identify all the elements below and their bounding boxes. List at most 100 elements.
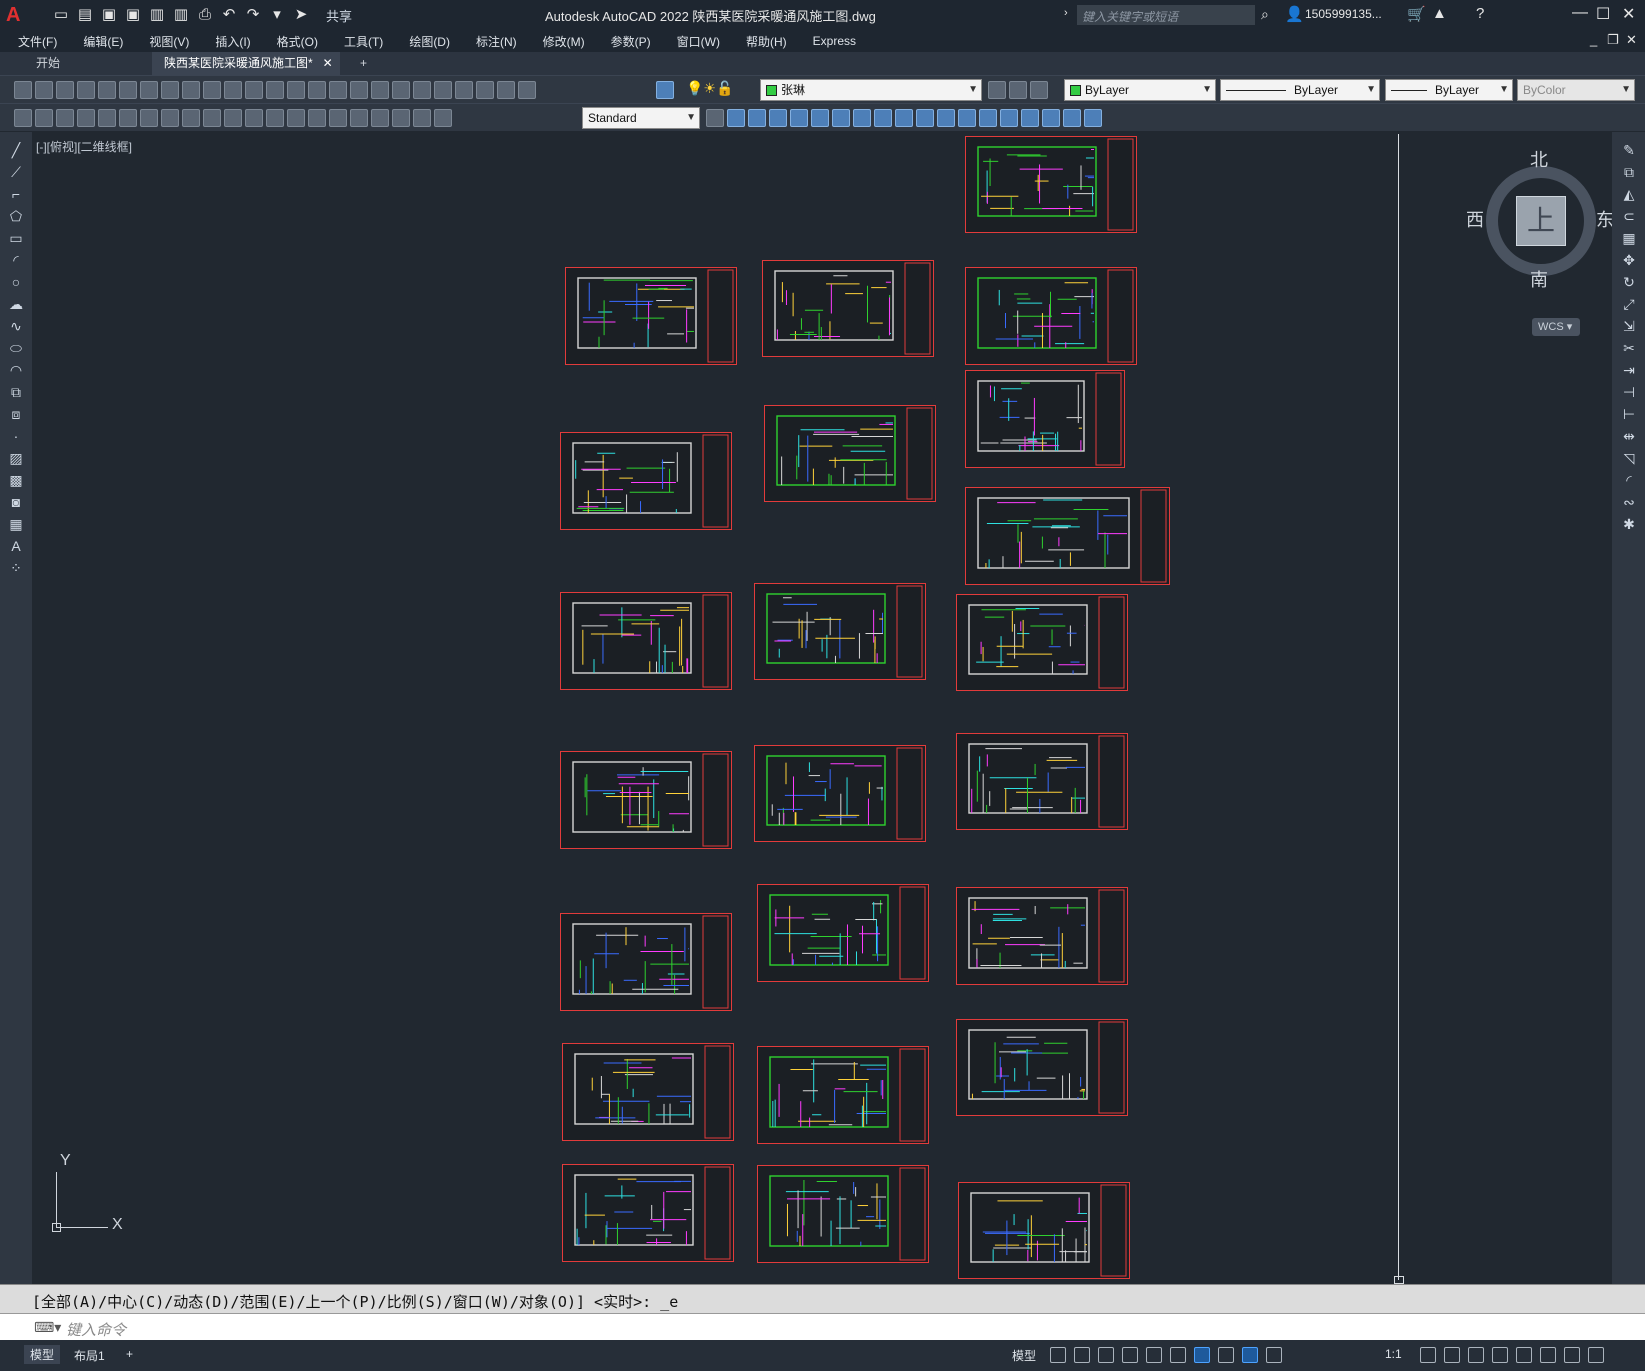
quickcalc-icon[interactable] bbox=[497, 81, 515, 99]
dim-edit-icon[interactable] bbox=[392, 109, 410, 127]
delete-faces-icon[interactable] bbox=[853, 109, 871, 127]
plot-preview-icon[interactable] bbox=[98, 81, 116, 99]
gradient-icon[interactable]: ▩ bbox=[6, 472, 26, 490]
break-icon[interactable]: ⊢ bbox=[1619, 406, 1639, 424]
drawing-sheet[interactable] bbox=[956, 594, 1128, 691]
drawing-sheet[interactable] bbox=[754, 745, 926, 842]
table-icon[interactable]: ▦ bbox=[6, 516, 26, 534]
cart-icon[interactable]: 🛒 bbox=[1407, 5, 1426, 23]
rectangle-icon[interactable]: ▭ bbox=[6, 230, 26, 248]
doc-close-icon[interactable]: ✕ bbox=[1626, 32, 1637, 48]
zoom-previous-icon[interactable] bbox=[371, 81, 389, 99]
pan-icon[interactable] bbox=[308, 81, 326, 99]
chamfer-icon[interactable]: ◹ bbox=[1619, 450, 1639, 468]
compass-north[interactable]: 北 bbox=[1530, 146, 1548, 172]
drawing-sheet[interactable] bbox=[754, 583, 926, 680]
object-snap-tracking-icon[interactable] bbox=[1170, 1347, 1186, 1363]
drawing-sheet[interactable] bbox=[562, 1164, 734, 1262]
color-dropdown[interactable]: ByLayer ▼ bbox=[1064, 79, 1216, 101]
point-icon[interactable]: · bbox=[6, 428, 26, 446]
rotate-faces-icon[interactable] bbox=[874, 109, 892, 127]
drawing-sheet[interactable] bbox=[560, 751, 732, 849]
auto-scale-icon[interactable] bbox=[1266, 1347, 1282, 1363]
tab-drawing[interactable]: 陕西某医院采暖通风施工图* ✕ bbox=[152, 52, 340, 75]
menu-item[interactable]: 格式(O) bbox=[277, 33, 318, 50]
drawing-sheet[interactable] bbox=[764, 405, 936, 502]
compass-west[interactable]: 西 bbox=[1466, 206, 1484, 232]
user-account[interactable]: 1505999135... bbox=[1305, 7, 1382, 21]
save-as-icon[interactable]: ▣ bbox=[124, 6, 142, 24]
menu-item[interactable]: 编辑(E) bbox=[83, 33, 123, 50]
properties-icon[interactable] bbox=[392, 81, 410, 99]
model-space-button[interactable]: 模型 bbox=[1012, 1347, 1036, 1364]
sheet-set-icon[interactable] bbox=[455, 81, 473, 99]
drawing-sheet[interactable] bbox=[958, 1182, 1130, 1279]
plotstyle-dropdown[interactable]: ByColor ▼ bbox=[1517, 79, 1635, 101]
intersect-icon[interactable] bbox=[769, 109, 787, 127]
ellipse-arc-icon[interactable]: ◠ bbox=[6, 362, 26, 380]
close-icon[interactable]: ✕ bbox=[1622, 4, 1635, 24]
save-web-icon[interactable]: ▥ bbox=[172, 6, 190, 24]
drawing-sheet[interactable] bbox=[565, 267, 737, 365]
wcs-menu[interactable]: WCS ▾ bbox=[1532, 318, 1580, 336]
hatch-icon[interactable]: ▨ bbox=[6, 450, 26, 468]
dim-diameter-icon[interactable] bbox=[161, 109, 179, 127]
tab-start[interactable]: 开始 bbox=[24, 52, 152, 75]
viewcube-top-face[interactable]: 上 bbox=[1516, 196, 1566, 246]
new-icon[interactable]: ▭ bbox=[52, 6, 70, 24]
inspect-icon[interactable] bbox=[350, 109, 368, 127]
multiline-text-icon[interactable]: A bbox=[6, 538, 26, 556]
compass-south[interactable]: 南 bbox=[1530, 266, 1548, 292]
scale-icon[interactable]: ⤢ bbox=[1619, 296, 1639, 314]
fullscreen-icon[interactable] bbox=[1588, 1347, 1604, 1363]
drawing-sheet[interactable] bbox=[965, 487, 1170, 585]
annotation-visibility-icon[interactable] bbox=[1242, 1347, 1258, 1363]
publish-icon[interactable] bbox=[119, 81, 137, 99]
hardware-acceleration-icon[interactable] bbox=[1492, 1347, 1508, 1363]
menu-item[interactable]: 参数(P) bbox=[611, 33, 651, 50]
dim-angular-icon[interactable] bbox=[182, 109, 200, 127]
layer-previous-icon[interactable] bbox=[1009, 81, 1027, 99]
array-icon[interactable]: ▦ bbox=[1619, 230, 1639, 248]
dim-text-edit-icon[interactable] bbox=[413, 109, 431, 127]
autodesk-app-icon[interactable]: ▲ bbox=[1432, 5, 1447, 22]
undo-icon[interactable]: ↶ bbox=[220, 6, 238, 24]
block-editor-icon[interactable] bbox=[245, 81, 263, 99]
layer-states-icon[interactable] bbox=[1030, 81, 1048, 99]
layer-properties-icon[interactable] bbox=[656, 81, 674, 99]
dim-quick-icon[interactable] bbox=[203, 109, 221, 127]
menu-item[interactable]: 窗口(W) bbox=[677, 33, 720, 50]
subtract-icon[interactable] bbox=[748, 109, 766, 127]
add-selected-icon[interactable]: ⁘ bbox=[6, 560, 26, 578]
dim-update-icon[interactable] bbox=[434, 109, 452, 127]
undo-icon[interactable] bbox=[266, 81, 284, 99]
drawing-sheet[interactable] bbox=[762, 260, 934, 357]
redo-icon[interactable] bbox=[287, 81, 305, 99]
dimstyle-dropdown[interactable]: Standard ▼ bbox=[582, 107, 700, 129]
drawing-sheet[interactable] bbox=[560, 432, 732, 530]
plot-icon[interactable] bbox=[77, 81, 95, 99]
dim-linear-icon[interactable] bbox=[35, 109, 53, 127]
plus-icon[interactable] bbox=[1444, 1347, 1460, 1363]
units-icon[interactable] bbox=[1540, 1347, 1556, 1363]
qnew-icon[interactable] bbox=[14, 81, 32, 99]
polygon-icon[interactable]: ⬠ bbox=[6, 208, 26, 226]
drawing-sheet[interactable] bbox=[956, 733, 1128, 830]
drawing-sheet[interactable] bbox=[757, 1046, 929, 1144]
viewcube[interactable]: 上 北 南 西 东 WCS ▾ bbox=[1466, 146, 1612, 336]
copy-icon[interactable] bbox=[182, 81, 200, 99]
command-line[interactable]: ⌨▾ 键入命令 bbox=[0, 1313, 1645, 1340]
redo-icon[interactable]: ↷ bbox=[244, 6, 262, 24]
insert-block-icon[interactable]: ⧉ bbox=[6, 384, 26, 402]
revision-cloud-icon[interactable]: ☁ bbox=[6, 296, 26, 314]
polyline-icon[interactable]: ⌐ bbox=[6, 186, 26, 204]
user-icon[interactable]: 👤 bbox=[1285, 5, 1304, 23]
fillet-icon[interactable]: ◜ bbox=[1619, 472, 1639, 490]
offset-icon[interactable]: ⊂ bbox=[1619, 208, 1639, 226]
erase-icon[interactable]: ✎ bbox=[1619, 142, 1639, 160]
shell-icon[interactable] bbox=[1063, 109, 1081, 127]
tool-palettes-icon[interactable] bbox=[434, 81, 452, 99]
minimize-icon[interactable]: — bbox=[1572, 4, 1588, 22]
check-icon[interactable] bbox=[1084, 109, 1102, 127]
customize-qat-icon[interactable]: ▾ bbox=[268, 6, 286, 24]
